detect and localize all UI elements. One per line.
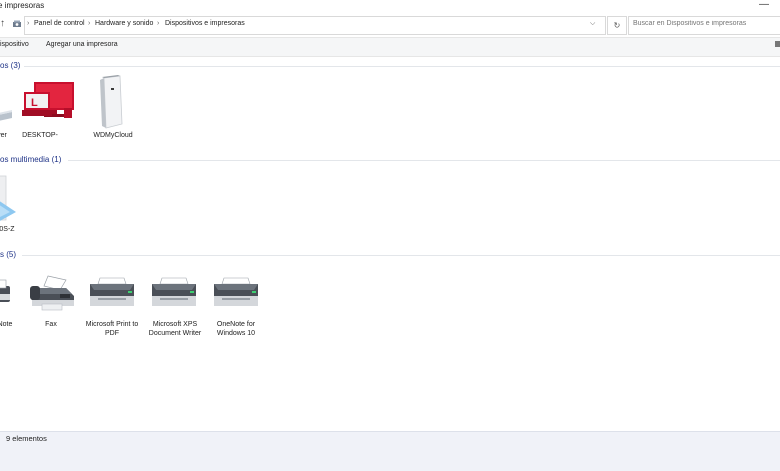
device-item[interactable] [96,74,126,130]
group-title-multimedia[interactable]: os multimedia (1) [0,155,61,164]
group-divider [68,160,780,161]
device-item[interactable] [88,276,136,310]
printer-icon [90,277,134,306]
breadcrumb-separator-icon[interactable]: › [88,20,90,27]
title-bar [0,0,780,14]
group-title-printers[interactable]: s (5) [0,250,16,259]
device-item[interactable] [212,276,260,310]
add-device-button[interactable]: ispositivo [0,41,29,48]
device-label: DESKTOP- [22,132,58,139]
device-item[interactable] [0,172,20,224]
up-arrow-icon[interactable]: ↑ [0,18,5,29]
view-options-icon[interactable] [775,41,780,47]
printer-icon [152,277,196,306]
printer-icon [0,279,10,302]
item-count: 9 elementos [6,434,47,443]
device-label: WDMyCloud [93,132,133,139]
control-panel-icon [13,20,21,27]
group-title-devices[interactable]: os (3) [0,61,20,70]
device-label: 0S-Z [0,226,15,233]
device-label: Microsoft Print to PDF [85,321,139,337]
group-divider [22,255,780,256]
breadcrumb-separator-icon[interactable]: › [27,20,29,27]
refresh-icon: ↻ [613,21,621,30]
search-box[interactable] [628,16,780,35]
device-label: OneNote for Windows 10 [216,321,256,337]
search-input[interactable] [633,20,773,27]
status-bar [0,431,780,471]
device-item[interactable] [150,276,198,310]
nas-drive-icon [100,75,123,129]
device-label: Microsoft XPS Document Writer [148,321,202,337]
add-printer-button[interactable]: Agregar una impresora [46,41,118,48]
device-item[interactable] [26,274,76,314]
breadcrumb-separator-icon[interactable]: › [157,20,159,27]
printer-icon [214,277,258,306]
device-item[interactable] [0,78,22,130]
device-item[interactable]: L [20,78,78,130]
media-device-icon [0,175,16,221]
breadcrumb-devices-printers[interactable]: Dispositivos e impresoras [165,20,245,27]
device-label: Note [0,321,13,328]
breadcrumb-control-panel[interactable]: Panel de control [34,20,85,27]
chevron-down-icon[interactable]: ⌵ [590,20,595,28]
refresh-button[interactable]: ↻ [607,16,627,35]
device-label: ver [0,132,7,139]
minimize-button[interactable]: — [758,0,770,12]
svg-text:L: L [31,97,38,109]
breadcrumb-hardware-sound[interactable]: Hardware y sonido [95,20,153,27]
group-divider [24,66,780,67]
window-title: e impresoras [0,1,45,10]
fax-icon [30,275,74,311]
device-item[interactable] [0,276,12,308]
computer-icon: L [22,82,74,118]
device-label: Fax [45,321,57,328]
monitor-icon [0,110,12,121]
